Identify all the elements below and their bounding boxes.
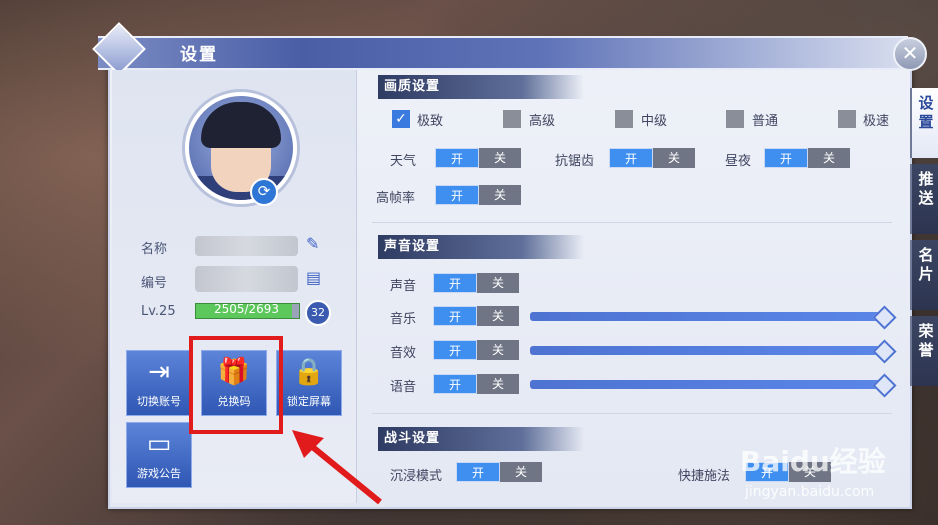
avatar[interactable] <box>185 92 297 204</box>
antialias-toggle[interactable]: 开关 <box>609 148 695 168</box>
name-label: 名称 <box>141 242 168 257</box>
tab-settings[interactable]: 设置 <box>910 88 938 158</box>
toggle-off[interactable]: 关 <box>653 148 695 168</box>
toggle-off[interactable]: 关 <box>808 148 850 168</box>
battle-section-header: 战斗设置 <box>378 427 584 451</box>
quality-high-checkbox[interactable] <box>503 110 521 128</box>
sfx-label: 音效 <box>390 346 417 361</box>
quality-fast-checkbox[interactable] <box>838 110 856 128</box>
switch-account-label: 切换账号 <box>137 395 181 408</box>
daynight-label: 昼夜 <box>725 154 752 169</box>
toggle-on[interactable]: 开 <box>456 462 500 482</box>
toggle-off[interactable]: 关 <box>479 185 521 205</box>
id-label: 编号 <box>141 276 168 291</box>
close-icon[interactable]: ✕ <box>893 37 927 71</box>
graphics-section-header: 画质设置 <box>378 75 584 99</box>
weather-toggle[interactable]: 开关 <box>435 148 521 168</box>
antialias-label: 抗锯齿 <box>555 154 595 169</box>
toggle-on[interactable]: 开 <box>433 273 477 293</box>
toggle-off[interactable]: 关 <box>477 306 519 326</box>
music-toggle[interactable]: 开关 <box>433 306 519 326</box>
toggle-on[interactable]: 开 <box>433 306 477 326</box>
master-sound-label: 声音 <box>390 279 417 294</box>
immersive-label: 沉浸模式 <box>390 469 443 484</box>
weather-label: 天气 <box>390 154 417 169</box>
quality-medium-checkbox[interactable] <box>615 110 633 128</box>
toggle-on[interactable]: 开 <box>433 340 477 360</box>
music-label: 音乐 <box>390 312 417 327</box>
switch-account-button[interactable]: ⇥ 切换账号 <box>126 350 192 416</box>
game-notice-button[interactable]: ▭ 游戏公告 <box>126 422 192 488</box>
edit-icon[interactable]: ✎ <box>306 234 319 253</box>
quality-ultimate-label: 极致 <box>417 114 444 129</box>
refresh-icon[interactable]: ⟳ <box>250 178 278 206</box>
quality-normal-label: 普通 <box>752 114 779 129</box>
quickcast-label: 快捷施法 <box>678 469 731 484</box>
divider <box>372 413 892 414</box>
divider <box>372 222 892 223</box>
voice-toggle[interactable]: 开关 <box>433 374 519 394</box>
toggle-off[interactable]: 关 <box>477 340 519 360</box>
tab-honor[interactable]: 荣誉 <box>910 316 938 386</box>
game-notice-label: 游戏公告 <box>137 467 181 480</box>
toggle-on[interactable]: 开 <box>764 148 808 168</box>
name-value-blurred <box>195 236 298 256</box>
master-sound-toggle[interactable]: 开关 <box>433 273 519 293</box>
quality-ultimate-checkbox[interactable]: ✓ <box>392 110 410 128</box>
quality-normal-checkbox[interactable] <box>726 110 744 128</box>
toggle-on[interactable]: 开 <box>435 185 479 205</box>
level-badge: 32 <box>305 300 331 326</box>
toggle-on[interactable]: 开 <box>609 148 653 168</box>
quality-high-label: 高级 <box>529 114 556 129</box>
annotation-highlight-box <box>189 336 283 434</box>
xp-text: 2505/2693 <box>213 302 280 316</box>
copy-icon[interactable]: ▤ <box>306 268 321 287</box>
toggle-off[interactable]: 关 <box>500 462 542 482</box>
annotation-arrow <box>292 430 382 505</box>
voice-label: 语音 <box>390 380 417 395</box>
notice-board-icon: ▭ <box>146 429 172 459</box>
tab-card[interactable]: 名片 <box>910 240 938 310</box>
highfps-toggle[interactable]: 开关 <box>435 185 521 205</box>
music-slider[interactable] <box>530 312 882 321</box>
level-label: Lv.25 <box>141 304 176 319</box>
title-bar <box>98 36 908 70</box>
immersive-toggle[interactable]: 开关 <box>456 462 542 482</box>
highfps-label: 高帧率 <box>376 191 416 206</box>
daynight-toggle[interactable]: 开关 <box>764 148 850 168</box>
quality-fast-label: 极速 <box>863 114 890 129</box>
sfx-slider[interactable] <box>530 346 882 355</box>
lock-screen-button[interactable]: 🔒 锁定屏幕 <box>276 350 342 416</box>
sfx-toggle[interactable]: 开关 <box>433 340 519 360</box>
lock-screen-label: 锁定屏幕 <box>287 395 331 408</box>
toggle-off[interactable]: 关 <box>477 273 519 293</box>
sound-section-header: 声音设置 <box>378 235 584 259</box>
toggle-on[interactable]: 开 <box>435 148 479 168</box>
watermark-brand: Baidu经验 <box>740 445 886 478</box>
id-value-blurred <box>195 266 298 292</box>
tab-push[interactable]: 推送 <box>910 164 938 234</box>
avatar-hair <box>201 102 281 148</box>
lock-icon: 🔒 <box>292 357 326 387</box>
quality-medium-label: 中级 <box>641 114 668 129</box>
voice-slider[interactable] <box>530 380 882 389</box>
window-title: 设置 <box>180 45 218 65</box>
logout-icon: ⇥ <box>148 357 170 387</box>
toggle-off[interactable]: 关 <box>479 148 521 168</box>
toggle-on[interactable]: 开 <box>433 374 477 394</box>
watermark-url: jingyan.baidu.com <box>745 484 875 500</box>
toggle-off[interactable]: 关 <box>477 374 519 394</box>
